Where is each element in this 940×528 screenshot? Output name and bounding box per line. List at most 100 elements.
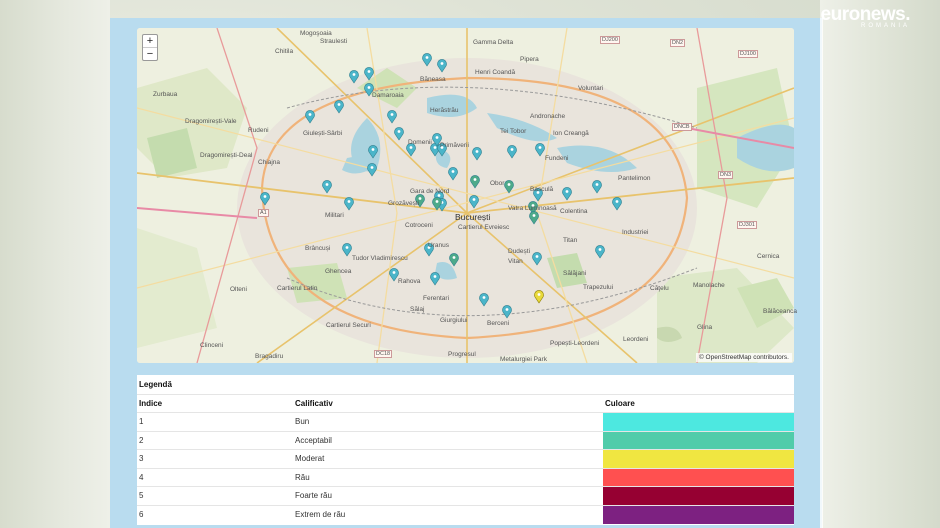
station-marker-dot [390, 113, 394, 116]
station-marker-dot [263, 195, 267, 198]
air-quality-map[interactable] [137, 28, 794, 363]
zoom-control[interactable]: + − [142, 34, 158, 61]
station-marker-dot [532, 214, 536, 217]
station-marker-dot [507, 183, 511, 186]
map-place-label: Mogoşoaia [300, 30, 332, 37]
map-place-label: Henri Coandă [475, 69, 516, 76]
legend-title: Legendă [139, 380, 172, 389]
road-shield: DN2 [670, 39, 686, 47]
marker-layer [260, 53, 622, 319]
station-marker-icon[interactable] [387, 110, 397, 124]
zoom-in-button[interactable]: + [143, 35, 157, 48]
station-marker-icon[interactable] [592, 180, 602, 194]
station-marker-icon[interactable] [342, 243, 352, 257]
station-marker-icon[interactable] [322, 180, 332, 194]
legend-row: 2 Acceptabil [137, 430, 794, 450]
station-marker-icon[interactable] [394, 127, 404, 141]
map-place-label: Cartierul Latin [277, 285, 318, 292]
map-place-label: Sălaj [410, 306, 425, 313]
map-place-label: Basculă [530, 186, 554, 193]
station-marker-icon[interactable] [349, 70, 359, 84]
header-color: Culoare [605, 399, 635, 408]
map-place-label: Chitila [275, 48, 294, 55]
station-marker-dot [325, 183, 329, 186]
legend-row: 3 Moderat [137, 449, 794, 468]
map-place-label: Ghencea [325, 268, 352, 275]
station-marker-icon[interactable] [507, 145, 517, 159]
legend-index: 4 [139, 472, 144, 482]
map-place-label: Chiajna [258, 159, 281, 166]
station-marker-dot [472, 198, 476, 201]
station-marker-icon[interactable] [367, 163, 377, 177]
map-place-label: Sălăjani [563, 270, 587, 277]
station-marker-dot [435, 200, 439, 203]
station-marker-icon[interactable] [529, 211, 539, 225]
map-place-label: Cartierul Securi [326, 322, 371, 329]
header-index: Indice [139, 399, 163, 408]
station-marker-dot [473, 178, 477, 181]
map-place-label: Bragadiru [255, 353, 284, 360]
station-marker-icon[interactable] [562, 187, 572, 201]
legend-color-swatch [603, 413, 794, 431]
map-place-label: Voluntari [578, 85, 604, 92]
road-shield: DN3 [718, 171, 734, 179]
station-marker-icon[interactable] [612, 197, 622, 211]
map-attribution[interactable]: © OpenStreetMap contributors. [695, 353, 792, 362]
map-place-label: Industriei [622, 229, 649, 236]
station-marker-dot [615, 200, 619, 203]
zoom-out-button[interactable]: − [143, 48, 157, 60]
station-marker-icon[interactable] [535, 143, 545, 157]
station-marker-dot [538, 146, 542, 149]
station-marker-dot [409, 146, 413, 149]
map-place-label: Băneasa [420, 76, 446, 83]
legend-table: Legendă Indice Calificativ Culoare 1 Bun 2… [137, 375, 794, 525]
legend-index: 3 [139, 454, 144, 463]
station-marker-icon[interactable] [437, 59, 447, 73]
station-marker-icon[interactable] [502, 305, 512, 319]
map-place-label: Andronache [530, 113, 566, 120]
map-place-label: București [455, 212, 491, 222]
map-place-label: Ferentari [423, 295, 450, 302]
station-marker-dot [535, 255, 539, 258]
map-place-label: Colentina [560, 208, 588, 215]
map-place-label: Rudeni [248, 127, 269, 134]
station-marker-dot [510, 148, 514, 151]
station-marker-dot [435, 136, 439, 139]
station-marker-icon[interactable] [469, 195, 479, 209]
station-marker-icon[interactable] [449, 253, 459, 267]
station-marker-icon[interactable] [472, 147, 482, 161]
station-marker-icon[interactable] [260, 192, 270, 206]
panel-edge [820, 18, 823, 528]
station-marker-icon[interactable] [595, 245, 605, 259]
map-place-label: Tudor Vladimirescu [352, 255, 408, 262]
station-marker-icon[interactable] [504, 180, 514, 194]
station-marker-dot [345, 246, 349, 249]
station-marker-dot [397, 130, 401, 133]
station-marker-icon[interactable] [532, 252, 542, 266]
station-marker-dot [367, 70, 371, 73]
legend-index: 5 [139, 491, 144, 500]
road-shield: DNCB [672, 123, 692, 131]
map-place-label: Cotroceni [405, 222, 433, 229]
station-marker-dot [433, 146, 437, 149]
station-marker-icon[interactable] [368, 145, 378, 159]
station-marker-icon[interactable] [422, 53, 432, 67]
legend-rating: Acceptabil [295, 435, 332, 445]
station-marker-icon[interactable] [334, 100, 344, 114]
road-shield: DC18 [374, 350, 393, 358]
legend-index: 2 [139, 435, 144, 445]
station-marker-icon[interactable] [364, 67, 374, 81]
station-marker-dot [565, 190, 569, 193]
station-marker-icon[interactable] [430, 272, 440, 286]
station-marker-icon[interactable] [534, 290, 544, 304]
station-marker-icon[interactable] [344, 197, 354, 211]
map-place-label: Bălăceanca [763, 308, 797, 315]
station-marker-icon[interactable] [470, 175, 480, 189]
station-marker-icon[interactable] [479, 293, 489, 307]
map-place-label: Popești-Leordeni [550, 340, 600, 347]
station-marker-icon[interactable] [448, 167, 458, 181]
station-marker-dot [482, 296, 486, 299]
station-marker-icon[interactable] [305, 110, 315, 124]
map-place-label: Vatra Luminoasă [508, 205, 557, 212]
legend-index: 6 [139, 509, 144, 519]
